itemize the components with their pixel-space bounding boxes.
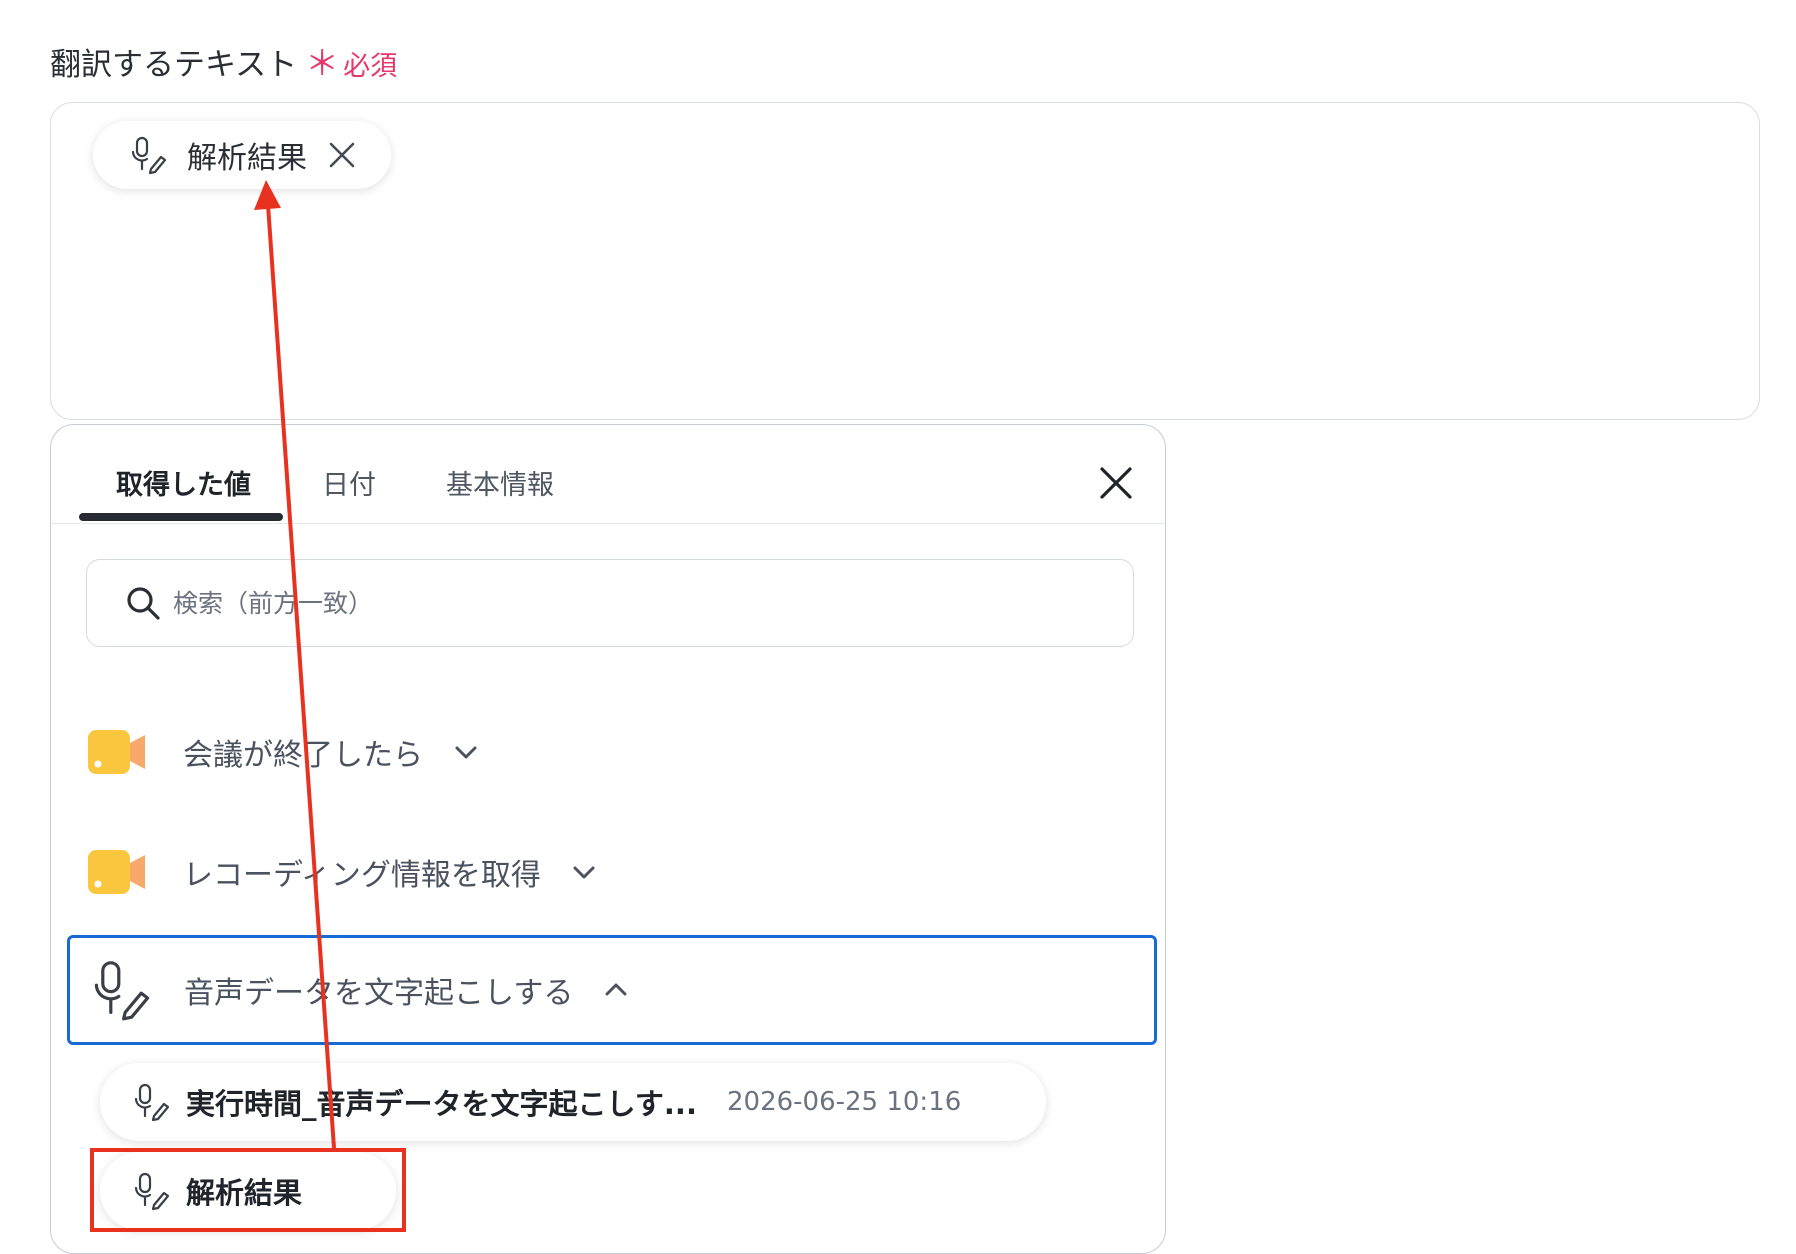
chevron-down-icon [573, 866, 595, 879]
tab-basic-info[interactable]: 基本情報 [446, 463, 554, 502]
item-timestamp: 2026-06-25 10:16 [726, 1087, 962, 1117]
search-icon [127, 587, 160, 620]
selected-value-chip[interactable]: 解析結果 [93, 121, 391, 189]
annotation-highlight-box [90, 1148, 406, 1232]
chevron-down-icon [455, 746, 477, 759]
group-label: 音声データを文字起こしする [184, 976, 574, 1011]
group-transcribe-audio[interactable]: 音声データを文字起こしする [67, 935, 1157, 1045]
close-icon[interactable] [1098, 465, 1134, 501]
mic-pencil-icon [131, 136, 167, 175]
group-meeting-ended[interactable]: 会議が終了したら [81, 697, 1141, 807]
required-text: 必須 [343, 51, 398, 82]
value-item-execution-time[interactable]: 実行時間_音声データを文字起こしす... 2026-06-25 10:16 [100, 1063, 1046, 1141]
zoom-camera-icon [88, 730, 145, 774]
required-indicator: ＊ 必須 [305, 36, 397, 85]
chip-remove-icon[interactable] [327, 140, 357, 170]
zoom-camera-icon [88, 850, 145, 894]
group-recording-info[interactable]: レコーディング情報を取得 [81, 817, 1141, 927]
required-star: ＊ [305, 44, 340, 84]
tab-acquired-values[interactable]: 取得した値 [116, 463, 251, 502]
active-tab-indicator [79, 513, 283, 521]
selected-chip-label: 解析結果 [187, 141, 307, 176]
group-label: レコーディング情報を取得 [183, 858, 541, 893]
mic-pencil-icon [134, 1083, 170, 1122]
search-input[interactable] [171, 587, 1075, 619]
search-box [86, 559, 1134, 647]
chevron-up-icon [605, 983, 627, 996]
field-label: 翻訳するテキスト ＊ 必須 [50, 36, 397, 85]
tab-date[interactable]: 日付 [322, 463, 376, 502]
group-label: 会議が終了したら [183, 738, 423, 773]
field-label-text: 翻訳するテキスト [50, 47, 298, 83]
tab-bar: 取得した値 日付 基本情報 [51, 425, 1165, 524]
item-label: 実行時間_音声データを文字起こしす... [186, 1087, 697, 1121]
mic-pencil-icon [94, 961, 150, 1021]
